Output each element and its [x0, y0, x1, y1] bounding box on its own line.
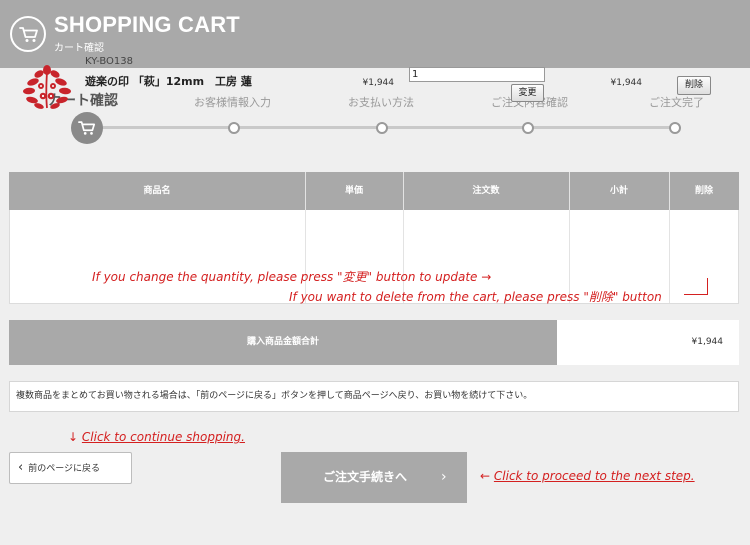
shopping-cart-icon — [10, 16, 46, 52]
column-header-subtotal: 小計 — [609, 186, 628, 196]
column-header-unit-price: 単価 — [344, 186, 363, 196]
step-label-complete: ご注文完了 — [649, 96, 704, 109]
row-subtotal: ¥1,944 — [610, 78, 643, 88]
proceed-annotation-text: Click to proceed to the next step. — [493, 469, 695, 483]
step-label-customer-info: お客様情報入力 — [194, 96, 271, 109]
table-header: 商品名 単価 注文数 小計 削除 — [9, 172, 739, 210]
total-label: 購入商品金額合計 — [9, 320, 557, 365]
chevron-left-icon: ‹ — [18, 460, 24, 475]
step-marker-complete — [669, 122, 681, 134]
product-image[interactable] — [19, 58, 75, 114]
proceed-button-label: ご注文手続きへ — [323, 470, 408, 484]
column-header-delete: 削除 — [694, 186, 713, 196]
step-marker-customer-info — [228, 122, 240, 134]
column-header-product: 商品名 — [143, 186, 171, 196]
back-button[interactable]: ‹ 前のページに戻る — [9, 452, 132, 484]
back-button-label: 前のページに戻る — [28, 464, 101, 474]
unit-price: ¥1,944 — [362, 78, 395, 88]
quantity-annotation: If you change the quantity, please press… — [92, 270, 492, 284]
page-subtitle: カート確認 — [54, 43, 104, 54]
proceed-checkout-button[interactable]: ご注文手続きへ › — [281, 452, 467, 503]
step-label-payment: お支払い方法 — [348, 96, 414, 109]
step-marker-payment — [376, 122, 388, 134]
info-message: 複数商品をまとめてお買い物される場合は、「前のページに戻る」ボタンを押して商品ペ… — [9, 381, 739, 412]
update-quantity-button[interactable]: 変更 — [511, 84, 544, 102]
continue-annotation: ↓ Click to continue shopping. — [68, 430, 245, 444]
delete-annotation-bracket — [684, 278, 708, 295]
step-marker-order-confirm — [522, 122, 534, 134]
chevron-right-icon: › — [441, 469, 447, 485]
shopping-cart-icon — [78, 121, 96, 135]
delete-item-button[interactable]: 削除 — [677, 76, 711, 95]
step-marker-cart — [71, 112, 103, 144]
proceed-annotation: ← Click to proceed to the next step. — [480, 469, 695, 483]
quantity-input[interactable]: 1 — [409, 67, 545, 82]
down-arrow-icon: ↓ — [68, 430, 79, 444]
page-title: SHOPPING CART — [54, 12, 240, 37]
product-name[interactable]: 遊楽の印 「萩」12mm 工房 蓮 — [85, 73, 252, 89]
total-row: 購入商品金額合計 ¥1,944 — [9, 320, 739, 365]
continue-annotation-text: Click to continue shopping. — [81, 430, 245, 444]
product-code: KY-BO138 — [85, 56, 134, 67]
total-value: ¥1,944 — [691, 337, 724, 347]
column-header-quantity: 注文数 — [472, 186, 500, 196]
left-arrow-icon: ← — [480, 469, 491, 483]
delete-annotation: If you want to delete from the cart, ple… — [289, 290, 662, 304]
